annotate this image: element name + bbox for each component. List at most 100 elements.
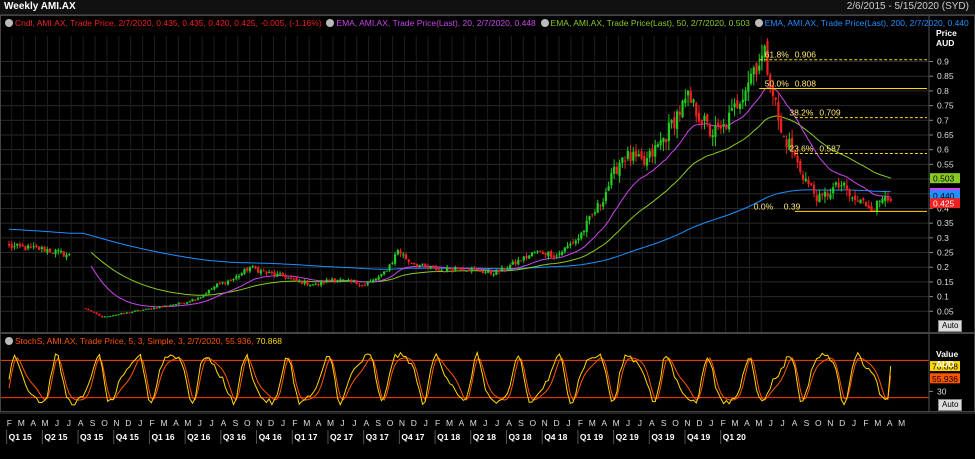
month-label: J [198, 418, 202, 428]
candle-body [191, 299, 194, 302]
y-tick-label: 0.1 [937, 292, 949, 302]
candle-body [862, 198, 865, 201]
candle-legend-item[interactable]: Cndl, AMI.AX, Trade Price, 2/7/2020, 0.4… [5, 18, 322, 28]
candle-body [289, 277, 293, 279]
settings-icon[interactable] [540, 19, 549, 27]
candle-body [65, 254, 68, 258]
candle-body [618, 162, 621, 176]
settings-icon[interactable] [5, 19, 13, 27]
stoch-k-legend-value: 70.868 [255, 336, 282, 346]
candle-body [465, 270, 468, 272]
stoch-auto-button[interactable]: Auto [938, 399, 963, 411]
month-label: F [721, 418, 726, 428]
stoch-pane[interactable]: 30 70.868 55.936 StochS, AMI.AX, Trade Pri… [0, 333, 975, 412]
candle-body [832, 187, 835, 194]
candle-body [818, 194, 821, 203]
candle-body [84, 308, 87, 310]
candle-body [591, 214, 594, 216]
candle-body [875, 200, 879, 212]
price-chart[interactable]: 0.050.10.150.20.250.30.350.40.450.50.550… [1, 16, 974, 332]
candle-body [205, 293, 208, 295]
candle-body [829, 194, 832, 199]
candle-body [760, 55, 764, 62]
candle-body [139, 310, 142, 312]
candle-body [845, 185, 848, 191]
price-auto-button[interactable]: Auto [938, 320, 963, 332]
candle-body [884, 196, 887, 202]
ema20-legend-item[interactable]: EMA, AMI.AX, Trade Price(Last), 20, 2/7/… [326, 18, 536, 28]
month-label: M [898, 418, 905, 428]
month-label: O [530, 418, 537, 428]
candle-body [251, 266, 254, 268]
month-label: F [435, 418, 440, 428]
candle-body [495, 269, 498, 275]
candle-body [43, 246, 46, 252]
candle-body [16, 243, 19, 246]
month-label: M [589, 418, 596, 428]
candle-body [183, 303, 186, 305]
chart-window: Weekly AMI.AX 2/6/2015 - 5/15/2020 (SYD)… [0, 0, 975, 459]
candle-body [774, 97, 777, 101]
candle-body [834, 182, 838, 185]
candle-body [752, 67, 755, 75]
date-range[interactable]: 2/6/2015 - 5/15/2020 (SYD) [847, 0, 969, 14]
candle-body [7, 243, 11, 246]
price-pane[interactable]: 0.050.10.150.20.250.30.350.40.450.50.550… [0, 15, 975, 333]
fib-percent-label: 61.8% [765, 50, 790, 60]
price-axis-title: Price AUD [936, 28, 957, 48]
candle-body [235, 276, 238, 279]
candle-body [32, 246, 35, 248]
fib-value-label: 0.906 [795, 50, 817, 60]
candle-body [695, 103, 698, 117]
candle-body [665, 138, 668, 143]
month-label: J [495, 418, 499, 428]
candle-body [295, 277, 298, 281]
candle-body [686, 90, 690, 96]
ema200-legend-text: EMA, AMI.AX, Trade Price(Last), 200, 2/7… [764, 18, 969, 28]
candle-body [675, 111, 679, 130]
candle-body [413, 262, 416, 265]
ema200-legend-item[interactable]: EMA, AMI.AX, Trade Price(Last), 200, 2/7… [754, 18, 969, 28]
month-label: O [815, 418, 822, 428]
candle-body [456, 267, 460, 269]
fib-percent-label: 50.0% [765, 79, 790, 89]
candle-body [621, 157, 624, 163]
candle-body [380, 274, 383, 277]
candle-body [571, 242, 575, 244]
y-tick-label: 0.9 [937, 57, 949, 67]
month-label: A [363, 418, 369, 428]
candle-body [136, 310, 139, 312]
candle-body [560, 251, 564, 255]
ema50-legend-item[interactable]: EMA, AMI.AX, Trade Price(Last), 50, 2/7/… [540, 18, 750, 28]
candle-body [610, 173, 613, 186]
month-label: M [184, 418, 191, 428]
candle-body [514, 261, 517, 265]
month-label: O [672, 418, 679, 428]
candle-body [347, 279, 350, 281]
candle-body [593, 212, 597, 214]
settings-icon[interactable] [754, 19, 763, 27]
candle-body [722, 124, 725, 126]
candle-body [355, 281, 358, 285]
candle-body [629, 152, 632, 161]
candle-body [122, 313, 126, 315]
y-tick-label: 0.75 [937, 101, 954, 111]
month-label: A [744, 418, 750, 428]
settings-icon[interactable] [5, 337, 13, 345]
candle-body [853, 195, 857, 201]
candle-body [158, 306, 161, 308]
fib-value-label: 0.587 [819, 143, 841, 153]
candle-body [278, 273, 282, 275]
candle-body [185, 302, 189, 304]
candle-body [500, 267, 503, 271]
month-label: N [256, 418, 262, 428]
settings-icon[interactable] [326, 19, 335, 27]
candle-body [259, 270, 263, 274]
candle-body [530, 252, 534, 257]
quarter-label: Q4 19 [687, 432, 710, 442]
candle-body [708, 124, 712, 137]
candle-body [503, 268, 506, 271]
candle-body [109, 316, 112, 318]
candle-body [749, 73, 753, 84]
candle-body [243, 268, 246, 274]
